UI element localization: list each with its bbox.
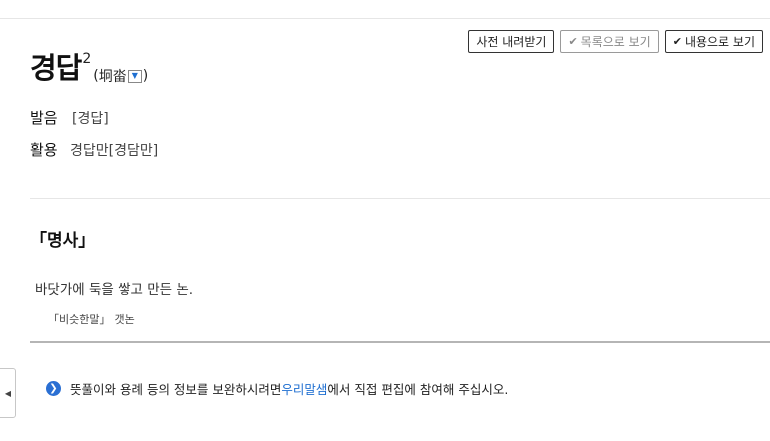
- side-panel-toggle[interactable]: ◀: [0, 368, 16, 418]
- download-dictionary-button[interactable]: 사전 내려받기: [468, 30, 555, 53]
- headword: 경답: [30, 51, 82, 85]
- hanja-dropdown-button[interactable]: ▼: [127, 69, 142, 83]
- list-view-label: 목록으로 보기: [580, 35, 651, 49]
- edit-notice: ❯ 뜻풀이와 용례 등의 정보를 보완하시려면 우리말샘 에서 직접 편집에 참여…: [46, 379, 508, 398]
- headword-block: 경답 2 ( 坰畓 ▼ ): [30, 50, 148, 86]
- hanja-close-paren: ): [142, 68, 149, 84]
- section-divider: [30, 198, 770, 199]
- pronunciation-row: 발음 [경답]: [30, 107, 109, 128]
- hanja-origin: ( 坰畓 ▼ ): [93, 66, 148, 86]
- urimalsaem-link[interactable]: 우리말샘: [281, 379, 327, 398]
- list-view-button[interactable]: ✔ 목록으로 보기: [560, 30, 659, 53]
- conjugation-value: 경답만[경담만]: [70, 142, 159, 159]
- content-view-button[interactable]: ✔ 내용으로 보기: [664, 30, 763, 53]
- triangle-down-icon: ▼: [131, 71, 138, 80]
- conjugation-row: 활용 경답만[경담만]: [30, 139, 158, 160]
- hanja-text: 坰畓: [98, 69, 127, 85]
- part-of-speech: 「명사」: [30, 231, 96, 251]
- chevron-right-circle-icon: ❯: [46, 381, 61, 396]
- notice-suffix: 에서 직접 편집에 참여해 주십시오.: [327, 382, 509, 397]
- pronunciation-value: [경답]: [72, 110, 109, 127]
- homonym-number: 2: [82, 51, 92, 67]
- pronunciation-label: 발음: [30, 109, 58, 127]
- toolbar: 사전 내려받기 ✔ 목록으로 보기 ✔ 내용으로 보기: [468, 30, 763, 53]
- content-view-label: 내용으로 보기: [684, 35, 755, 49]
- check-icon: ✔: [672, 35, 682, 48]
- definition-text: 바닷가에 둑을 쌓고 만든 논.: [35, 282, 194, 298]
- content-end-divider: [30, 341, 770, 343]
- synonym-label: 「비슷한말」: [48, 313, 111, 326]
- top-divider: [0, 18, 770, 19]
- notice-prefix: 뜻풀이와 용례 등의 정보를 보완하시려면: [70, 382, 282, 397]
- check-icon: ✔: [568, 35, 578, 48]
- triangle-left-icon: ◀: [4, 388, 12, 398]
- synonym-word: 갯논: [114, 313, 135, 326]
- download-dictionary-label: 사전 내려받기: [476, 35, 547, 49]
- conjugation-label: 활용: [30, 141, 58, 159]
- synonym-row: 「비슷한말」 갯논: [48, 311, 135, 327]
